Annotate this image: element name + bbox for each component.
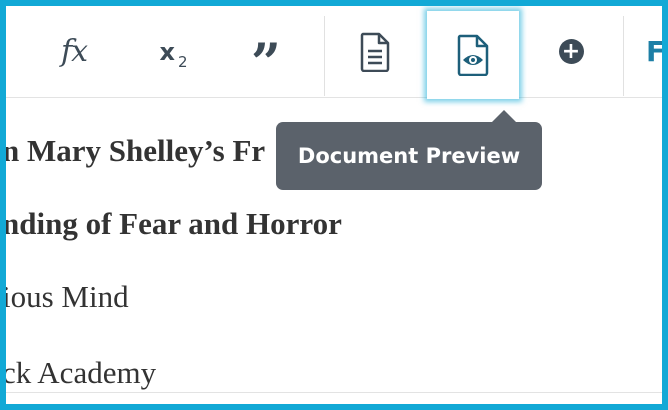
partial-button-label: F [646,35,666,68]
screenshot-frame: fx x2 ” + F n Mary Shelley’s Fr nding of… [0,0,668,410]
insert-button[interactable]: + [546,6,596,97]
document-line: ious Mind [2,279,129,314]
toolbar-divider [623,16,624,96]
document-preview-button[interactable] [427,11,519,99]
document-line: ck Academy [2,355,157,390]
editor-toolbar: fx x2 ” + F [6,6,666,99]
formula-icon: fx [60,34,88,69]
plus-circle-icon: + [558,39,584,64]
document-preview-icon [457,34,489,76]
partial-toolbar-button[interactable]: F [646,6,666,97]
document-line: nding of Fear and Horror [2,206,342,241]
document-line: n Mary Shelley’s Fr [2,133,266,168]
subscript-button[interactable]: x2 [141,6,206,97]
tooltip-text: Document Preview [297,144,521,168]
document-icon [360,32,390,72]
content-divider [6,392,662,393]
blockquote-button[interactable]: ” [236,6,296,97]
subscript-icon: x2 [159,37,188,71]
document-preview-tooltip: Document Preview [276,122,542,190]
toolbar-divider [324,16,325,96]
formula-button[interactable]: fx [44,6,104,97]
document-button[interactable] [346,6,404,97]
quote-icon: ” [251,32,281,94]
